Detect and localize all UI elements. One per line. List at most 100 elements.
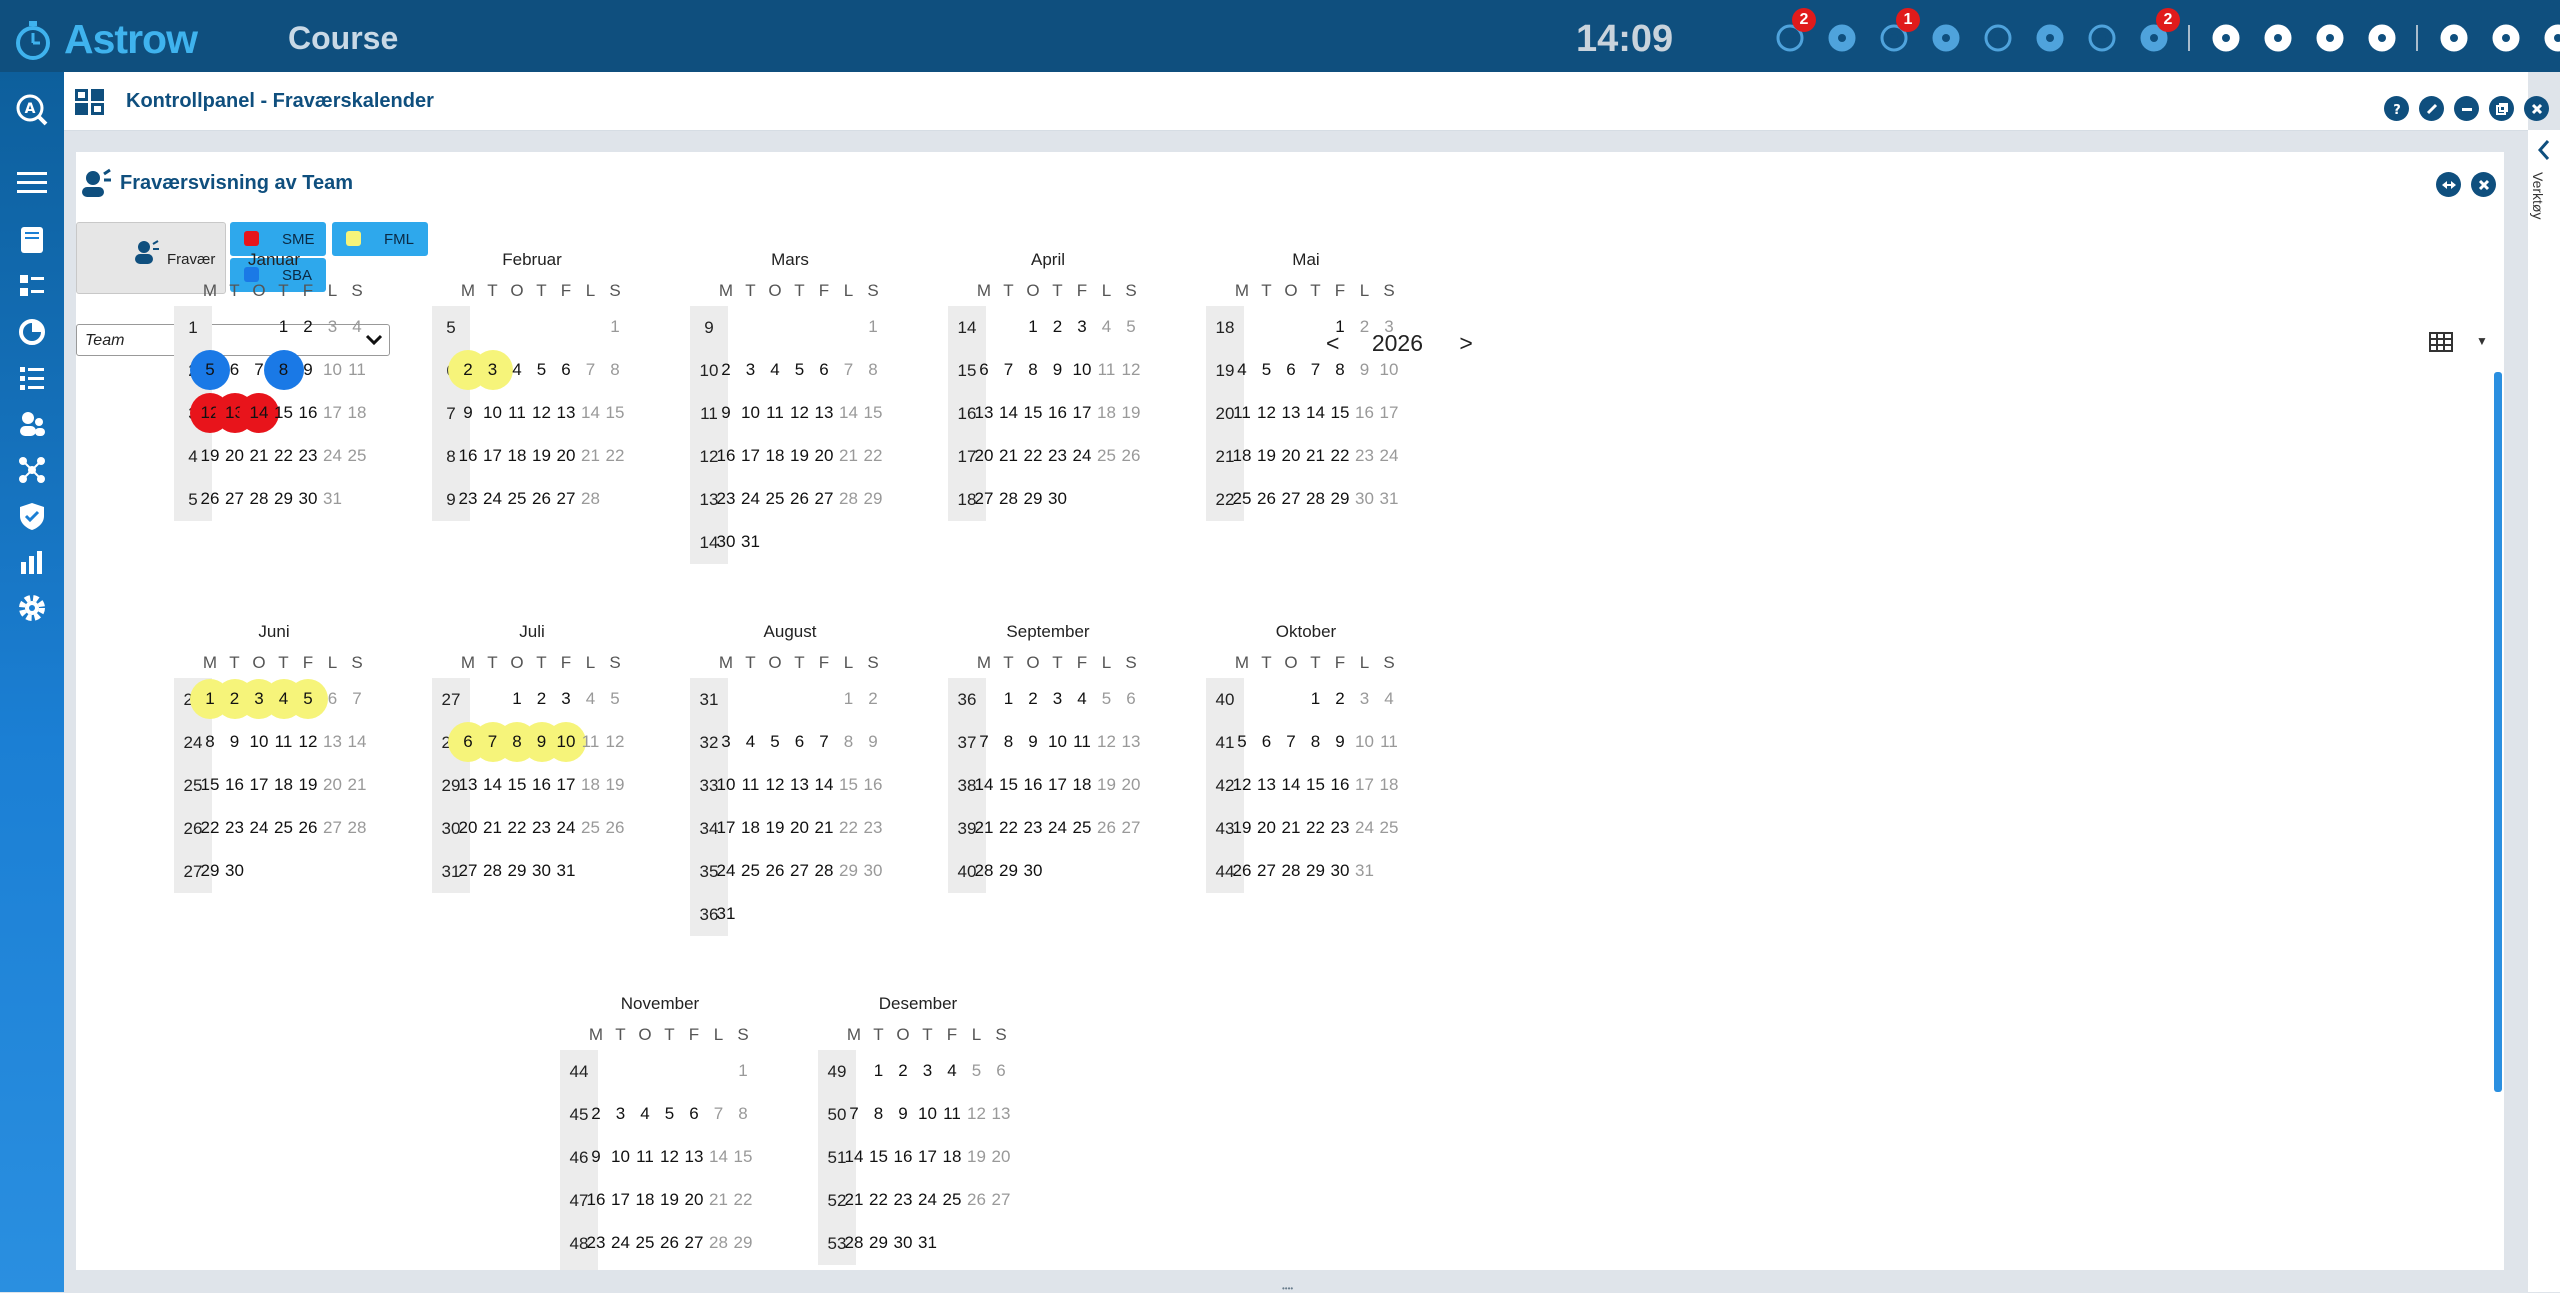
clock-plus-icon[interactable]: 1 bbox=[1876, 8, 1920, 56]
settings-gear-icon[interactable] bbox=[14, 590, 50, 626]
restore-button[interactable] bbox=[2489, 96, 2514, 121]
tools-icon[interactable] bbox=[2084, 20, 2120, 56]
calendar-day[interactable]: 31 bbox=[546, 851, 586, 891]
calendar-day[interactable]: 8 bbox=[595, 350, 635, 390]
calendar-day[interactable]: 18 bbox=[337, 393, 377, 433]
calendar-day[interactable]: 15 bbox=[723, 1137, 763, 1177]
calendar-day[interactable]: 9 bbox=[853, 722, 893, 762]
help-button[interactable]: ? bbox=[2384, 96, 2409, 121]
calendar-day[interactable]: 28 bbox=[571, 479, 611, 519]
calendar-day[interactable]: 27 bbox=[981, 1180, 1021, 1220]
search-a-icon[interactable] bbox=[2436, 20, 2472, 56]
calendar-day[interactable]: 18 bbox=[1369, 765, 1409, 805]
pin-button[interactable] bbox=[2419, 96, 2444, 121]
face-icon[interactable] bbox=[1824, 20, 1860, 56]
tools-label[interactable]: Verktøy bbox=[2530, 172, 2546, 219]
calendar-day[interactable]: 31 bbox=[313, 479, 353, 519]
table-view-icon[interactable] bbox=[2429, 332, 2453, 352]
calendar-day[interactable]: 11 bbox=[337, 350, 377, 390]
calendar-day[interactable]: 13 bbox=[1111, 722, 1151, 762]
calendar-day[interactable]: 30 bbox=[1038, 479, 1078, 519]
people-icon[interactable] bbox=[14, 406, 50, 442]
close-card-button[interactable] bbox=[2471, 172, 2496, 197]
calendar-day[interactable]: 4 bbox=[337, 307, 377, 347]
chat-icon[interactable] bbox=[1980, 20, 2016, 56]
shield-icon[interactable] bbox=[14, 498, 50, 534]
star-icon[interactable] bbox=[2364, 20, 2400, 56]
chat-bubble-icon[interactable] bbox=[2032, 20, 2068, 56]
tablet-icon[interactable] bbox=[14, 222, 50, 258]
calendar-day[interactable]: 26 bbox=[595, 808, 635, 848]
calendar-day[interactable]: 3 bbox=[1369, 307, 1409, 347]
calendar-day[interactable]: 19 bbox=[1111, 393, 1151, 433]
user-icon[interactable] bbox=[2488, 20, 2524, 56]
calendar-day[interactable]: 17 bbox=[1369, 393, 1409, 433]
calendar-day[interactable]: 31 bbox=[908, 1223, 948, 1263]
calendar-day[interactable]: 1 bbox=[853, 307, 893, 347]
calendar-day[interactable]: 30 bbox=[1013, 851, 1053, 891]
calendar-day[interactable]: 22 bbox=[853, 436, 893, 476]
calendar-day[interactable]: 10 bbox=[1369, 350, 1409, 390]
vertical-scrollbar[interactable] bbox=[2494, 372, 2502, 1092]
calendar-day[interactable]: 25 bbox=[1369, 808, 1409, 848]
calendar-day[interactable]: 1 bbox=[723, 1051, 763, 1091]
list-check-icon[interactable] bbox=[14, 360, 50, 396]
calendar-day[interactable]: 22 bbox=[723, 1180, 763, 1220]
calendar-day[interactable]: 25 bbox=[337, 436, 377, 476]
info-icon[interactable] bbox=[2260, 20, 2296, 56]
power-icon[interactable] bbox=[2540, 20, 2560, 56]
calendar-day[interactable]: 30 bbox=[853, 851, 893, 891]
calendar-day[interactable]: 14 bbox=[337, 722, 377, 762]
id-card-icon[interactable] bbox=[2208, 20, 2244, 56]
calendar-day[interactable]: 29 bbox=[723, 1223, 763, 1263]
calendar-day[interactable]: 23 bbox=[853, 808, 893, 848]
view-dropdown-caret[interactable]: ▼ bbox=[2476, 334, 2488, 348]
network-icon[interactable] bbox=[14, 452, 50, 488]
calendar-day[interactable]: 31 bbox=[706, 894, 746, 934]
calendar-day[interactable]: 31 bbox=[1369, 479, 1409, 519]
checklist-icon[interactable] bbox=[14, 268, 50, 304]
calendar-day[interactable]: 20 bbox=[981, 1137, 1021, 1177]
menu-icon[interactable] bbox=[14, 164, 50, 200]
briefcase-icon[interactable]: 2 bbox=[2136, 8, 2180, 56]
calendar-day[interactable]: 5 bbox=[1111, 307, 1151, 347]
calendar-day[interactable]: 4 bbox=[1369, 679, 1409, 719]
report-chart-icon[interactable] bbox=[14, 544, 50, 580]
calendar-day[interactable]: 24 bbox=[1369, 436, 1409, 476]
calendar-day[interactable]: 5 bbox=[595, 679, 635, 719]
calendar-day[interactable]: 19 bbox=[595, 765, 635, 805]
search-a-icon[interactable]: A bbox=[14, 92, 50, 128]
calendar-day[interactable]: 12 bbox=[1111, 350, 1151, 390]
calendar-day[interactable]: 30 bbox=[215, 851, 255, 891]
calendar-day[interactable]: 29 bbox=[853, 479, 893, 519]
calendar-day[interactable]: 28 bbox=[337, 808, 377, 848]
calendar-day[interactable]: 22 bbox=[595, 436, 635, 476]
thumbs-icon[interactable] bbox=[1928, 20, 1964, 56]
calendar-day[interactable]: 13 bbox=[981, 1094, 1021, 1134]
chevron-left-icon[interactable] bbox=[2536, 138, 2552, 162]
calendar-day[interactable]: 2 bbox=[853, 679, 893, 719]
minimize-button[interactable] bbox=[2454, 96, 2479, 121]
calendar-day[interactable]: 16 bbox=[853, 765, 893, 805]
expand-button[interactable] bbox=[2436, 172, 2461, 197]
calendar-day[interactable]: 21 bbox=[337, 765, 377, 805]
calendar-day[interactable]: 15 bbox=[595, 393, 635, 433]
calendar-day[interactable]: 8 bbox=[853, 350, 893, 390]
alarm-person-icon[interactable]: 2 bbox=[1772, 8, 1816, 56]
calendar-day[interactable]: 26 bbox=[1111, 436, 1151, 476]
calendar-day[interactable]: 7 bbox=[337, 679, 377, 719]
calendar-day[interactable]: 31 bbox=[731, 522, 771, 562]
calendar-day[interactable]: 1 bbox=[595, 307, 635, 347]
close-panel-button[interactable] bbox=[2524, 96, 2549, 121]
calendar-day[interactable]: 6 bbox=[981, 1051, 1021, 1091]
calendar-day[interactable]: 15 bbox=[853, 393, 893, 433]
calendar-day[interactable]: 27 bbox=[1111, 808, 1151, 848]
calendar-day[interactable]: 12 bbox=[595, 722, 635, 762]
calendar-day[interactable]: 6 bbox=[1111, 679, 1151, 719]
pie-check-icon[interactable] bbox=[14, 314, 50, 350]
calendar-day[interactable]: 11 bbox=[1369, 722, 1409, 762]
calendar-day[interactable]: 31 bbox=[1345, 851, 1385, 891]
help-icon[interactable] bbox=[2312, 20, 2348, 56]
calendar-day[interactable]: 20 bbox=[1111, 765, 1151, 805]
calendar-day[interactable]: 8 bbox=[723, 1094, 763, 1134]
